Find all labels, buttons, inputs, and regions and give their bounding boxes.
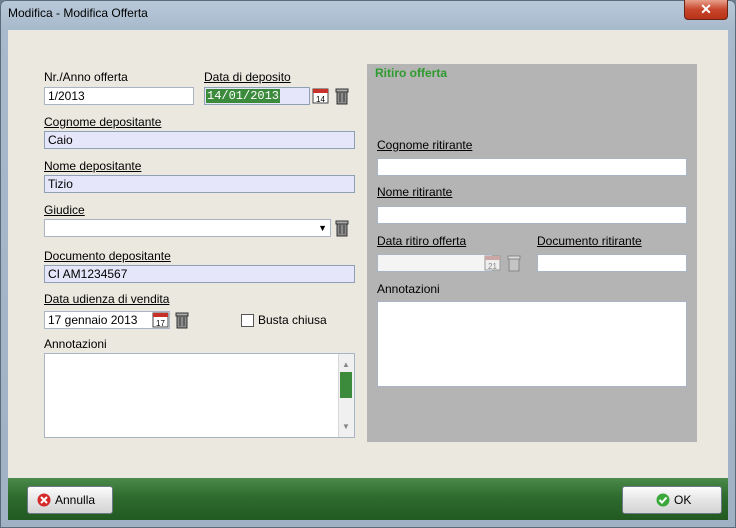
withdrawer-name-label: Nome ritirante: [377, 185, 453, 199]
ok-label: OK: [674, 493, 692, 507]
sealed-envelope-label: Busta chiusa: [258, 313, 327, 327]
withdrawal-notes-label: Annotazioni: [377, 282, 440, 296]
depositor-surname-input[interactable]: Caio: [44, 131, 355, 149]
depositor-surname-label: Cognome depositante: [44, 115, 162, 129]
cancel-button[interactable]: Annulla: [27, 486, 113, 514]
withdrawal-date-input[interactable]: [377, 254, 493, 272]
calendar-day-text: 14: [316, 95, 325, 104]
withdrawer-surname-input[interactable]: [377, 158, 687, 176]
judge-select[interactable]: ▼: [44, 219, 331, 237]
form-area: Nr./Anno offerta 1/2013 Data di deposito…: [8, 30, 728, 478]
trash-icon[interactable]: [335, 219, 349, 237]
scrollbar-thumb[interactable]: [340, 372, 352, 398]
window-title: Modifica - Modifica Offerta: [8, 6, 148, 20]
withdrawer-name-input[interactable]: [377, 206, 687, 224]
withdrawal-date-label: Data ritiro offerta: [377, 234, 467, 248]
chevron-down-icon: ▼: [318, 223, 327, 233]
scroll-up-icon[interactable]: ▲: [342, 358, 350, 371]
calendar-icon[interactable]: 17: [152, 311, 170, 329]
withdrawer-document-label: Documento ritirante: [537, 234, 642, 248]
sealed-envelope-checkbox[interactable]: [241, 314, 254, 327]
calendar-day-text: 21: [488, 262, 497, 271]
deposit-date-label: Data di deposito: [204, 70, 291, 84]
depositor-document-input[interactable]: CI AM1234567: [44, 265, 355, 283]
withdrawer-document-input[interactable]: [537, 254, 687, 272]
deposit-date-input[interactable]: 14/01/2013: [204, 87, 310, 105]
check-icon: [656, 493, 670, 507]
calendar-icon: 21: [484, 255, 501, 271]
trash-icon: [507, 255, 521, 272]
withdrawal-panel: Ritiro offerta Cognome ritirante Nome ri…: [367, 64, 697, 442]
trash-icon[interactable]: [335, 87, 349, 105]
scroll-down-icon[interactable]: ▼: [342, 420, 350, 433]
close-button[interactable]: ✕: [684, 0, 728, 20]
notes-label: Annotazioni: [44, 337, 107, 351]
depositor-document-label: Documento depositante: [44, 249, 171, 263]
judge-label: Giudice: [44, 203, 85, 217]
dialog-window: Modifica - Modifica Offerta ✕ Nr./Anno o…: [0, 0, 736, 528]
footer-bar: Annulla OK: [8, 478, 728, 520]
calendar-day-text: 17: [156, 319, 165, 328]
withdrawal-notes-textarea[interactable]: [377, 301, 687, 387]
notes-textarea[interactable]: ▲ ▼: [44, 353, 355, 438]
offer-number-input[interactable]: 1/2013: [44, 87, 194, 105]
calendar-icon[interactable]: 14: [312, 87, 330, 105]
deposit-date-value: 14/01/2013: [206, 89, 281, 103]
ok-button[interactable]: OK: [622, 486, 722, 514]
notes-scrollbar[interactable]: ▲ ▼: [338, 354, 354, 437]
cancel-icon: [37, 493, 51, 507]
cancel-label: Annulla: [55, 493, 96, 507]
trash-icon[interactable]: [175, 311, 189, 329]
withdrawer-surname-label: Cognome ritirante: [377, 138, 473, 152]
hearing-date-label: Data udienza di vendita: [44, 292, 170, 306]
offer-number-label: Nr./Anno offerta: [44, 70, 128, 84]
depositor-name-label: Nome depositante: [44, 159, 142, 173]
withdrawal-panel-title: Ritiro offerta: [375, 66, 447, 80]
depositor-name-input[interactable]: Tizio: [44, 175, 355, 193]
